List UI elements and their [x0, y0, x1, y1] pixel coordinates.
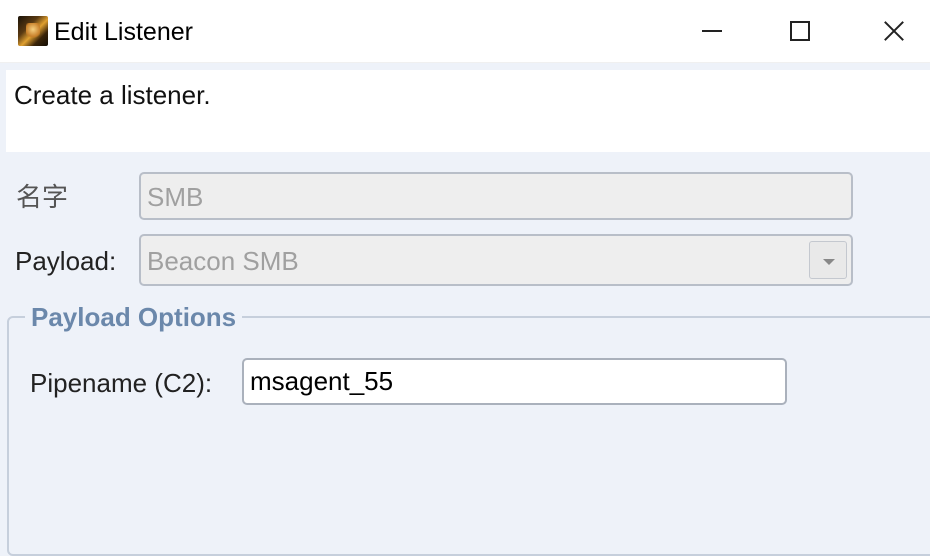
description-panel: Create a listener. — [6, 70, 930, 152]
payload-select[interactable]: Beacon SMB — [139, 234, 853, 286]
minimize-button[interactable] — [682, 0, 742, 62]
payload-label: Payload: — [15, 246, 117, 276]
maximize-button[interactable] — [770, 0, 830, 62]
name-label: 名字 — [16, 182, 69, 212]
payload-select-value: Beacon SMB — [147, 246, 299, 276]
pipename-label: Pipename (C2): — [30, 368, 213, 398]
close-button[interactable] — [864, 0, 924, 62]
app-icon — [18, 16, 48, 46]
minimize-icon — [702, 30, 722, 32]
pipename-input[interactable] — [242, 358, 787, 405]
close-icon — [883, 20, 905, 42]
payload-options-group: Payload Options — [7, 302, 930, 556]
name-field[interactable]: SMB — [139, 172, 853, 220]
maximize-icon — [790, 21, 810, 41]
window-title: Edit Listener — [54, 18, 193, 46]
description-text: Create a listener. — [14, 80, 211, 110]
payload-options-legend: Payload Options — [25, 302, 243, 332]
chevron-down-icon[interactable] — [809, 241, 847, 279]
title-bar: Edit Listener — [0, 0, 930, 63]
